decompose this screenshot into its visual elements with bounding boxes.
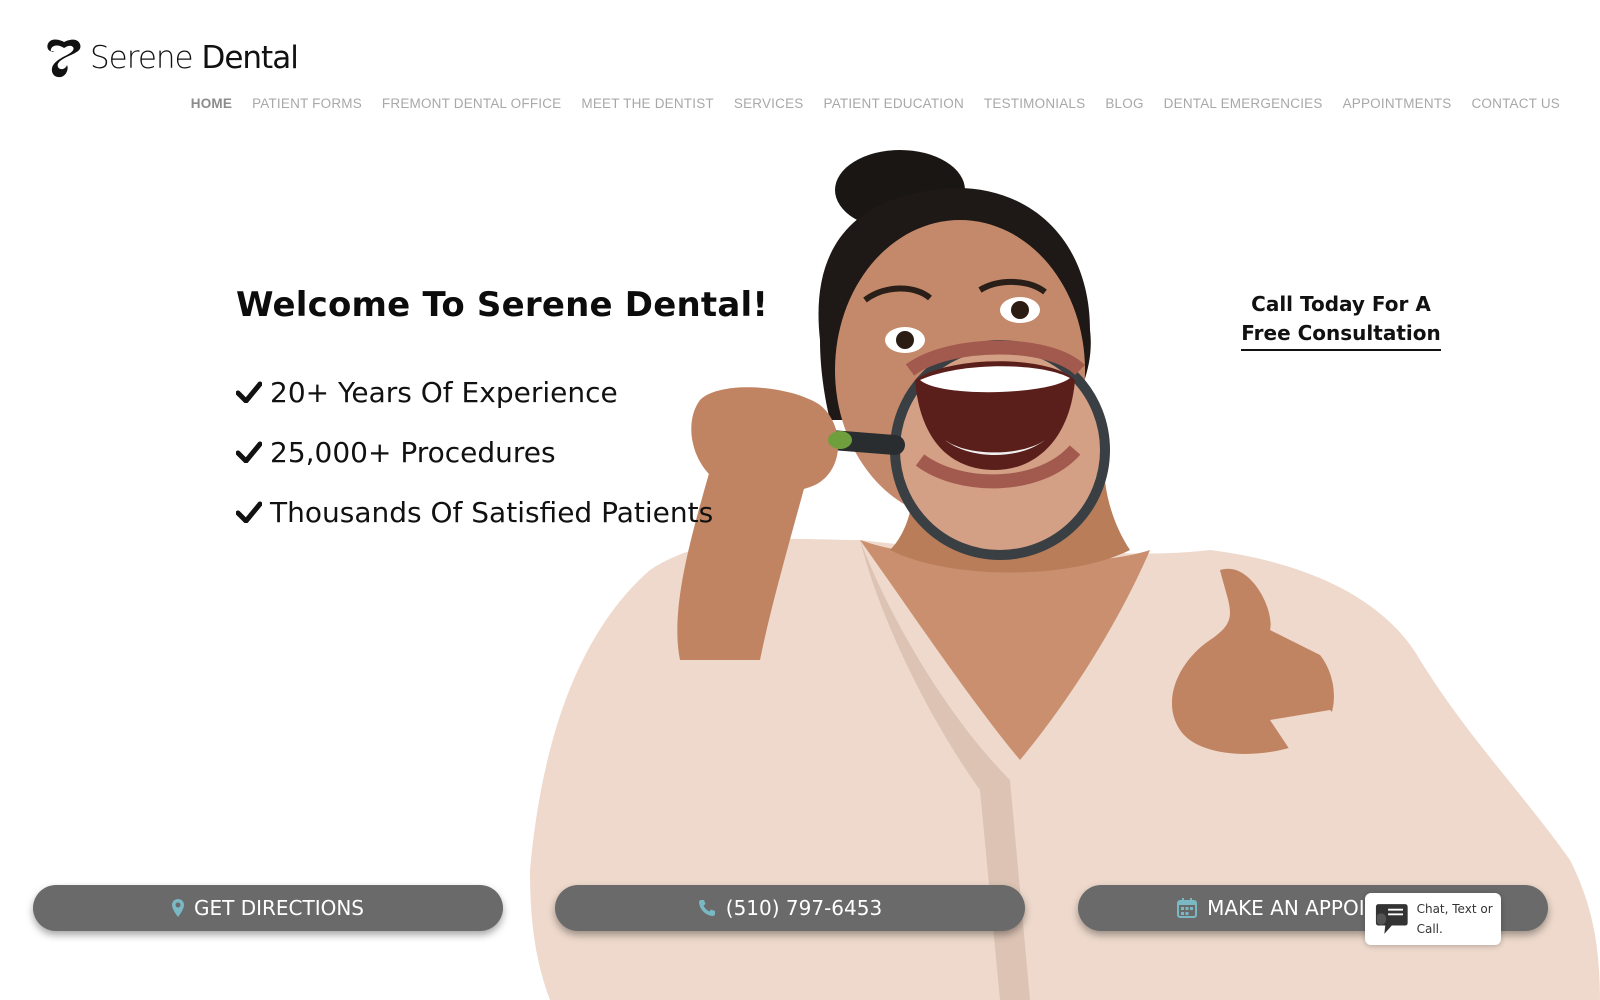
nav-contact-us[interactable]: CONTACT US — [1461, 96, 1570, 111]
hero-photo — [530, 150, 1600, 1000]
feature-text: 25,000+ Procedures — [270, 435, 556, 469]
chat-bubble-icon — [1375, 904, 1408, 934]
nav-blog[interactable]: BLOG — [1095, 96, 1153, 111]
feature-list: 20+ Years Of Experience 25,000+ Procedur… — [236, 362, 713, 542]
nav-meet-the-dentist[interactable]: MEET THE DENTIST — [571, 96, 723, 111]
check-icon — [236, 501, 262, 523]
cta-line-2[interactable]: Free Consultation — [1241, 319, 1441, 351]
nav-patient-forms[interactable]: PATIENT FORMS — [242, 96, 372, 111]
feature-item: 20+ Years Of Experience — [236, 362, 713, 422]
feature-text: Thousands Of Satisfied Patients — [270, 495, 714, 529]
site-logo[interactable]: Serene Dental — [44, 38, 299, 78]
feature-text: 20+ Years Of Experience — [270, 375, 618, 409]
cta-line-1: Call Today For A — [1251, 292, 1431, 316]
chat-widget[interactable]: Chat, Text or Call. — [1365, 893, 1501, 945]
tooth-logo-icon — [47, 39, 81, 78]
phone-button[interactable]: (510) 797-6453 — [555, 885, 1025, 931]
nav-fremont-dental-office[interactable]: FREMONT DENTAL OFFICE — [372, 96, 571, 111]
check-icon — [236, 441, 262, 463]
hero-title: Welcome To Serene Dental! — [236, 285, 769, 325]
nav-home[interactable]: HOME — [181, 96, 242, 111]
nav-appointments[interactable]: APPOINTMENTS — [1333, 96, 1462, 111]
phone-icon — [698, 900, 715, 916]
phone-label: (510) 797-6453 — [725, 896, 883, 920]
free-consultation-link[interactable]: Call Today For A Free Consultation — [1222, 290, 1460, 351]
feature-item: 25,000+ Procedures — [236, 422, 713, 482]
logo-text: Serene Dental — [90, 39, 299, 76]
get-directions-button[interactable]: GET DIRECTIONS — [33, 885, 503, 931]
nav-patient-education[interactable]: PATIENT EDUCATION — [814, 96, 974, 111]
map-pin-icon — [171, 899, 184, 917]
chat-label: Chat, Text or Call. — [1416, 902, 1493, 936]
feature-item: Thousands Of Satisfied Patients — [236, 482, 713, 542]
check-icon — [236, 381, 262, 403]
nav-testimonials[interactable]: TESTIMONIALS — [974, 96, 1095, 111]
calendar-icon — [1177, 898, 1198, 918]
nav-dental-emergencies[interactable]: DENTAL EMERGENCIES — [1154, 96, 1333, 111]
nav-services[interactable]: SERVICES — [724, 96, 814, 111]
get-directions-label: GET DIRECTIONS — [193, 896, 365, 920]
main-nav: HOME PATIENT FORMS FREMONT DENTAL OFFICE… — [181, 96, 1570, 111]
